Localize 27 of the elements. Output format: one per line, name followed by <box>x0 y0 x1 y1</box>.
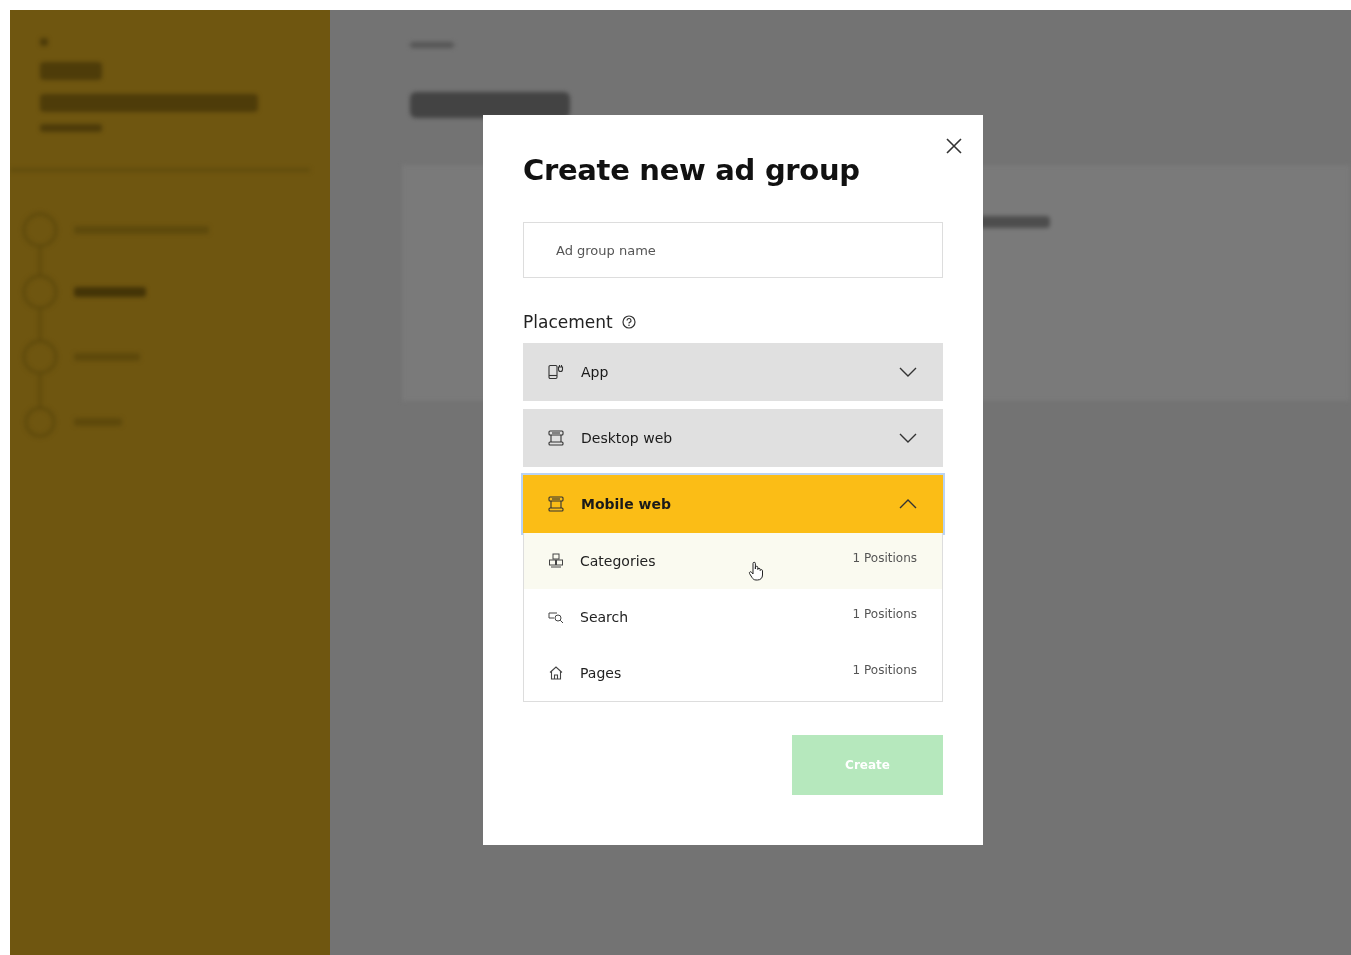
option-label: Search <box>580 609 630 625</box>
placement-option[interactable]: Search 1 Positions <box>524 589 942 645</box>
placement-accordion-header[interactable]: Mobile web <box>523 475 943 533</box>
option-label: Categories <box>580 553 657 569</box>
boxes-icon <box>548 553 564 569</box>
search-icon <box>548 609 564 625</box>
placement-option[interactable]: Pages 1 Positions <box>524 645 942 701</box>
placement-label: Placement <box>523 312 613 332</box>
chevron-up-icon <box>899 499 917 509</box>
phone-icon <box>547 363 565 381</box>
option-label: Pages <box>580 665 623 681</box>
help-icon[interactable] <box>621 315 636 329</box>
placement-accordion-header[interactable]: App <box>523 343 943 401</box>
placement-accordion-header[interactable]: Desktop web <box>523 409 943 467</box>
chevron-down-icon <box>899 433 917 443</box>
placement-option[interactable]: Categories 1 Positions <box>524 533 942 589</box>
close-icon[interactable] <box>945 137 963 155</box>
positions-count: 1 Positions <box>852 551 917 565</box>
positions-count: 1 Positions <box>852 663 917 677</box>
hand-cursor-icon <box>748 561 764 581</box>
dialog-title: Create new ad group <box>523 153 860 187</box>
home-icon <box>548 665 564 681</box>
positions-count: 1 Positions <box>852 607 917 621</box>
storefront-icon <box>547 429 565 447</box>
storefront-icon <box>547 495 565 513</box>
chevron-down-icon <box>899 367 917 377</box>
ad-group-name-field[interactable]: Ad group name <box>523 222 943 278</box>
